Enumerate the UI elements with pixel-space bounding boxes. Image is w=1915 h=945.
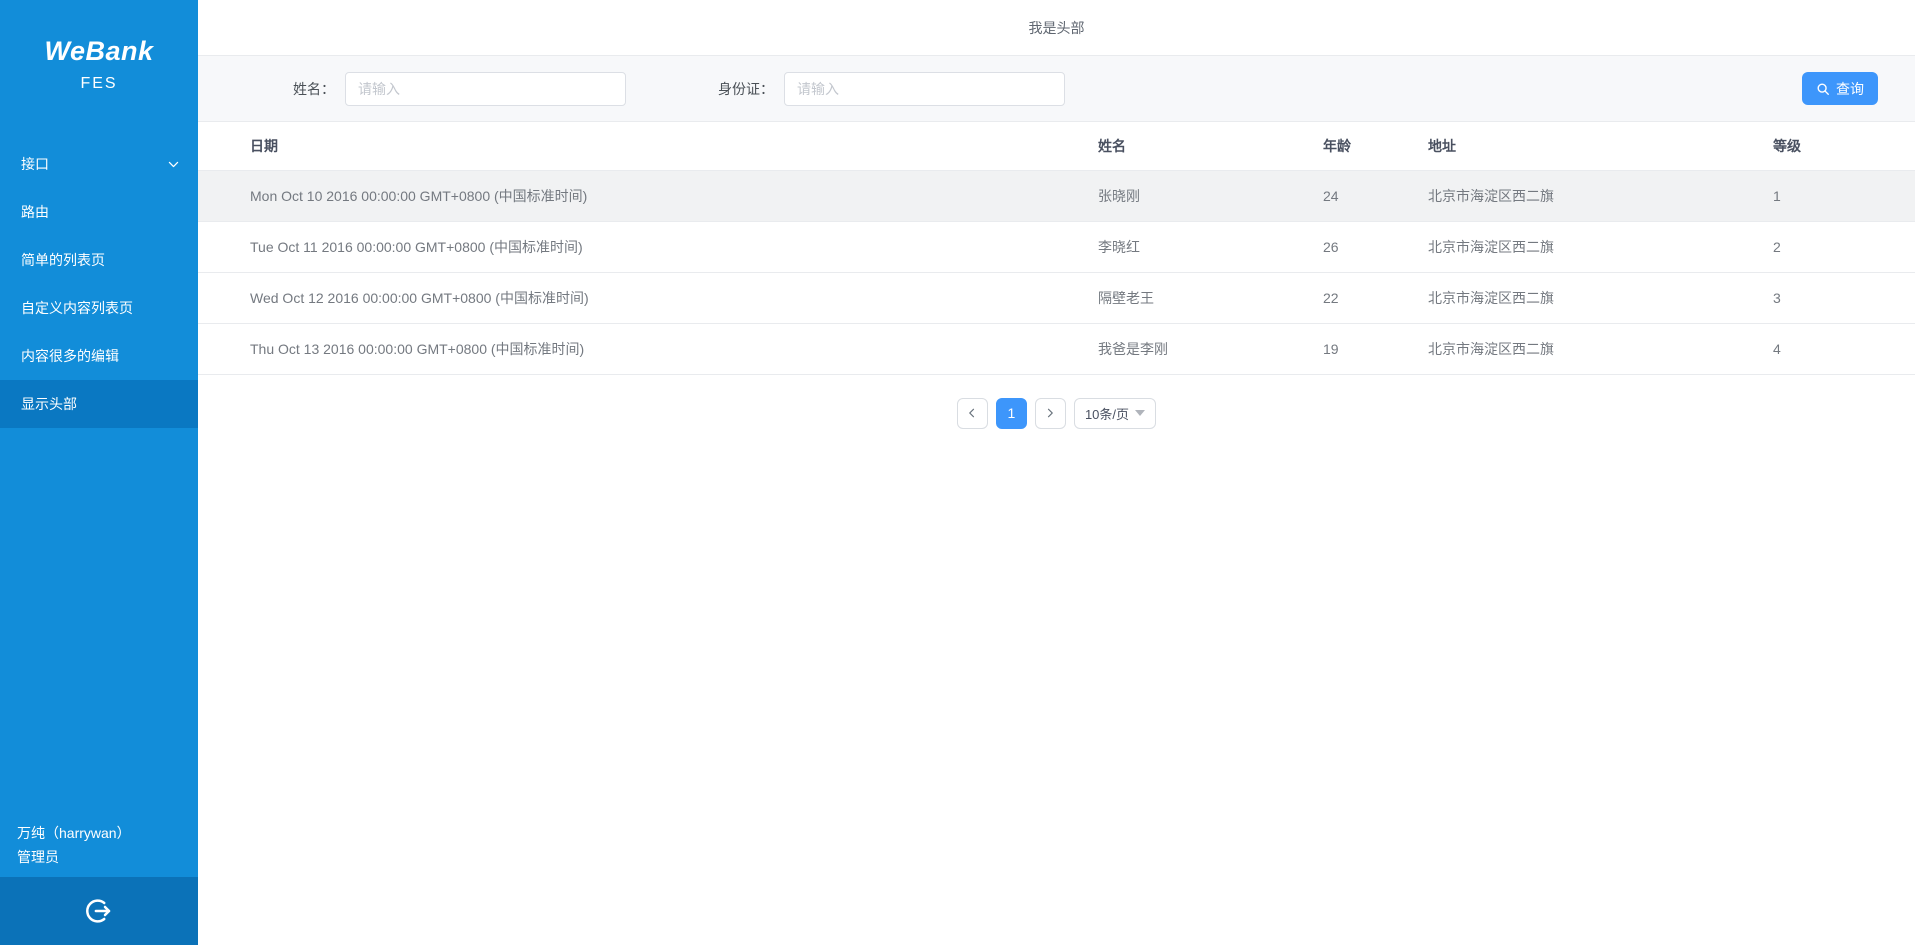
cell-level: 3: [1773, 272, 1915, 323]
table-row: Tue Oct 11 2016 00:00:00 GMT+0800 (中国标准时…: [198, 221, 1915, 272]
logout-icon[interactable]: [84, 896, 114, 926]
sidebar: WeBank FES 接口 路由 简单的列表页 自定义内容列表页 内容很多的编辑…: [0, 0, 198, 945]
empty-area: [198, 429, 1915, 945]
table-row: Mon Oct 10 2016 00:00:00 GMT+0800 (中国标准时…: [198, 170, 1915, 221]
column-header-date: 日期: [198, 122, 1098, 170]
cell-name: 隔壁老王: [1098, 272, 1323, 323]
sidebar-item-label: 简单的列表页: [21, 236, 105, 284]
data-table: 日期 姓名 年龄 地址 等级 Mon Oct 10 2016 00:00:00 …: [198, 122, 1915, 375]
sidebar-item-label: 接口: [21, 140, 49, 188]
cell-age: 19: [1323, 323, 1428, 374]
id-field-group: 身份证：: [718, 72, 1065, 106]
cell-level: 2: [1773, 221, 1915, 272]
sidebar-footer: [0, 877, 198, 945]
user-role: 管理员: [17, 845, 131, 869]
cell-level: 4: [1773, 323, 1915, 374]
chevron-left-icon: [966, 407, 978, 419]
next-page-button[interactable]: [1035, 398, 1066, 429]
cell-name: 张晓刚: [1098, 170, 1323, 221]
page-number-button[interactable]: 1: [996, 398, 1027, 429]
sidebar-menu: 接口 路由 简单的列表页 自定义内容列表页 内容很多的编辑 显示头部: [0, 140, 198, 428]
cell-date: Mon Oct 10 2016 00:00:00 GMT+0800 (中国标准时…: [198, 170, 1098, 221]
user-info: 万纯（harrywan） 管理员: [17, 821, 131, 869]
sidebar-item-5[interactable]: 内容很多的编辑: [0, 332, 198, 380]
column-header-address: 地址: [1428, 122, 1773, 170]
search-bar: 姓名： 身份证： 查询: [198, 56, 1915, 122]
cell-date: Tue Oct 11 2016 00:00:00 GMT+0800 (中国标准时…: [198, 221, 1098, 272]
cell-date: Thu Oct 13 2016 00:00:00 GMT+0800 (中国标准时…: [198, 323, 1098, 374]
table-header-row: 日期 姓名 年龄 地址 等级: [198, 122, 1915, 170]
cell-address: 北京市海淀区西二旗: [1428, 272, 1773, 323]
name-input[interactable]: [345, 72, 626, 106]
logo: WeBank FES: [0, 0, 198, 140]
sidebar-item-label: 显示头部: [21, 380, 77, 428]
name-field-group: 姓名：: [293, 72, 626, 106]
name-field-label: 姓名：: [293, 79, 335, 99]
sidebar-item-label: 内容很多的编辑: [21, 332, 119, 380]
chevron-right-icon: [1044, 407, 1056, 419]
logo-subtitle: FES: [0, 75, 198, 93]
cell-date: Wed Oct 12 2016 00:00:00 GMT+0800 (中国标准时…: [198, 272, 1098, 323]
page-header: 我是头部: [198, 0, 1915, 56]
cell-address: 北京市海淀区西二旗: [1428, 221, 1773, 272]
page-size-label: 10条/页: [1085, 404, 1129, 423]
query-button[interactable]: 查询: [1802, 72, 1878, 105]
cell-address: 北京市海淀区西二旗: [1428, 323, 1773, 374]
cell-age: 26: [1323, 221, 1428, 272]
column-header-age: 年龄: [1323, 122, 1428, 170]
pagination: 1 10条/页: [198, 398, 1915, 429]
user-name: 万纯（harrywan）: [17, 821, 131, 845]
table-row: Thu Oct 13 2016 00:00:00 GMT+0800 (中国标准时…: [198, 323, 1915, 374]
sidebar-item-label: 路由: [21, 188, 49, 236]
main-content: 我是头部 姓名： 身份证： 查询 日期 姓名: [198, 0, 1915, 945]
logo-title: WeBank: [0, 36, 198, 67]
query-button-label: 查询: [1836, 79, 1864, 99]
column-header-level: 等级: [1773, 122, 1915, 170]
id-field-label: 身份证：: [718, 79, 774, 99]
sidebar-item-6[interactable]: 显示头部: [0, 380, 198, 428]
cell-name: 李晓红: [1098, 221, 1323, 272]
id-card-input[interactable]: [784, 72, 1065, 106]
cell-age: 24: [1323, 170, 1428, 221]
table-row: Wed Oct 12 2016 00:00:00 GMT+0800 (中国标准时…: [198, 272, 1915, 323]
prev-page-button[interactable]: [957, 398, 988, 429]
caret-down-icon: [1135, 410, 1145, 416]
search-icon: [1816, 82, 1830, 96]
sidebar-item-label: 自定义内容列表页: [21, 284, 133, 332]
cell-level: 1: [1773, 170, 1915, 221]
sidebar-item-2[interactable]: 路由: [0, 188, 198, 236]
sidebar-item-1[interactable]: 接口: [0, 140, 198, 188]
page-title: 我是头部: [1029, 18, 1085, 38]
page-size-select[interactable]: 10条/页: [1074, 398, 1156, 429]
cell-age: 22: [1323, 272, 1428, 323]
cell-name: 我爸是李刚: [1098, 323, 1323, 374]
sidebar-item-4[interactable]: 自定义内容列表页: [0, 284, 198, 332]
column-header-name: 姓名: [1098, 122, 1323, 170]
chevron-down-icon: [167, 158, 180, 171]
sidebar-item-3[interactable]: 简单的列表页: [0, 236, 198, 284]
cell-address: 北京市海淀区西二旗: [1428, 170, 1773, 221]
